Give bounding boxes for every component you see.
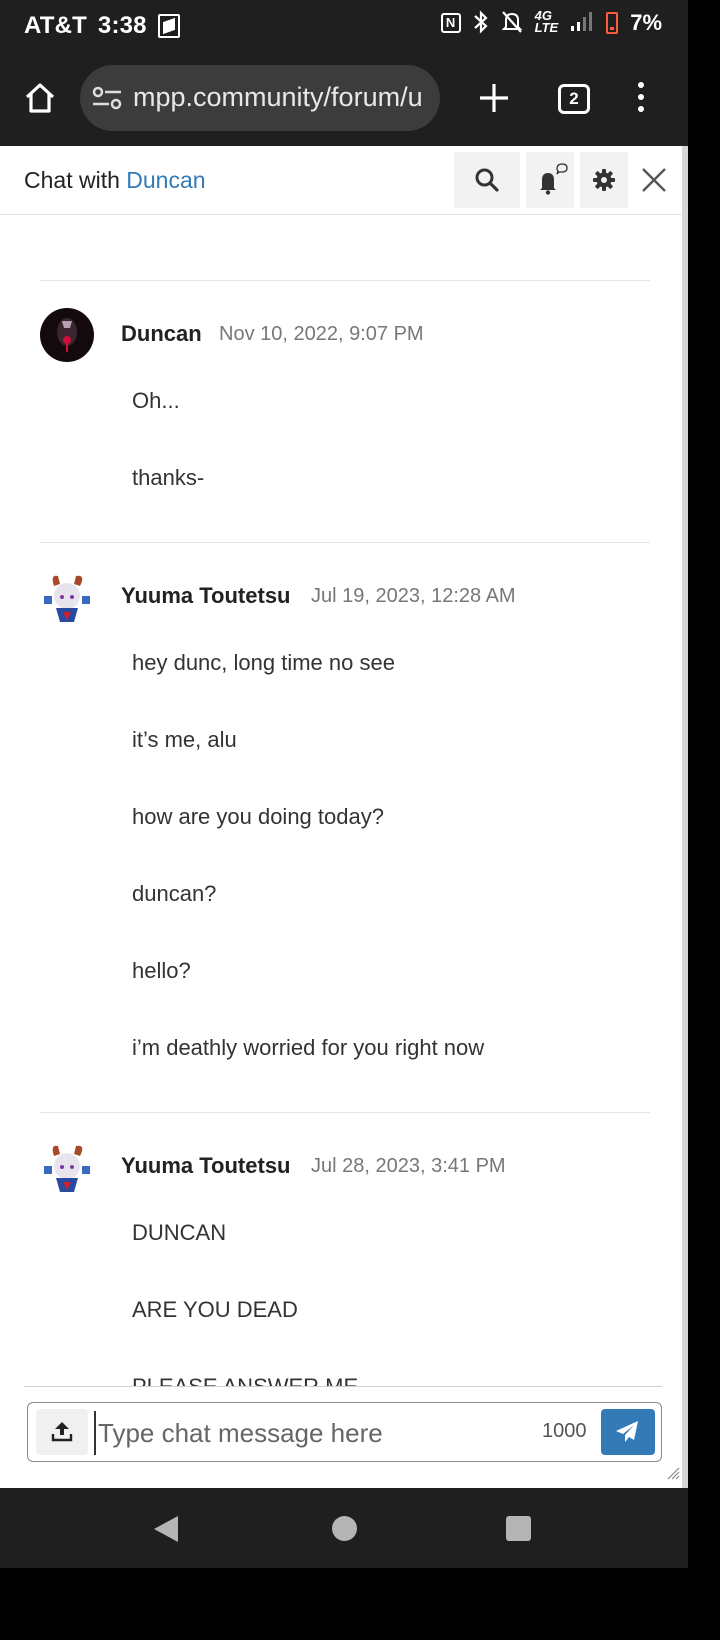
search-icon [475, 168, 499, 192]
carrier: AT&T [24, 12, 88, 39]
recents-icon[interactable] [506, 1516, 531, 1541]
bluetooth-icon [473, 10, 489, 36]
message-author[interactable]: Yuuma Toutetsu [121, 1153, 291, 1179]
gallery-notification-icon [158, 14, 180, 38]
back-icon[interactable] [154, 1516, 178, 1542]
chat-title-prefix: Chat with [24, 167, 120, 193]
status-left: AT&T 3:38 [24, 12, 147, 40]
message-separator [40, 280, 650, 281]
browser-toolbar: mpp.community/forum/u 2 [0, 54, 688, 146]
message-text: hello? [132, 958, 191, 983]
page-scrollbar[interactable] [682, 146, 688, 1488]
gear-icon [593, 169, 615, 191]
message-text: i’m deathly worried for you right now [132, 1035, 485, 1060]
resize-handle[interactable] [666, 1466, 680, 1480]
chat-composer: 1000 [27, 1402, 662, 1462]
message-timestamp: Jul 28, 2023, 3:41 PM [311, 1155, 506, 1177]
close-icon[interactable] [640, 166, 668, 194]
tab-switcher-button[interactable]: 2 [558, 84, 590, 114]
character-counter: 1000 [542, 1420, 587, 1442]
upload-button[interactable] [36, 1409, 88, 1455]
composer-divider [24, 1386, 662, 1387]
message-text: ARE YOU DEAD [132, 1297, 298, 1322]
search-button[interactable] [454, 152, 520, 208]
avatar[interactable] [40, 570, 94, 624]
site-settings-icon[interactable] [92, 85, 122, 111]
message-text: it’s me, alu [132, 727, 237, 752]
message-timestamp: Jul 19, 2023, 12:28 AM [311, 585, 516, 607]
overflow-menu-icon[interactable] [630, 82, 652, 116]
bell-icon [540, 163, 568, 195]
chat-header: Chat with Duncan [0, 146, 682, 215]
message-list[interactable]: Duncan Nov 10, 2022, 9:07 PM Oh... thank… [0, 216, 682, 1386]
message-text: thanks- [132, 465, 205, 490]
avatar[interactable] [40, 308, 94, 362]
message-text: Oh... [132, 388, 180, 413]
settings-button[interactable] [580, 152, 628, 208]
message-timestamp: Nov 10, 2022, 9:07 PM [219, 323, 424, 345]
status-icons: N 4G LTE 7% [440, 8, 662, 36]
chat-partner-link[interactable]: Duncan [126, 167, 205, 193]
nfc-icon: N [440, 13, 461, 33]
web-page: Chat with Duncan Duncan Nov 10, 2022, 9:… [0, 146, 688, 1488]
new-tab-icon[interactable] [476, 80, 512, 116]
message-text: DUNCAN [132, 1220, 227, 1245]
message-text: how are you doing today? [132, 804, 384, 829]
message-author[interactable]: Duncan [121, 321, 202, 347]
avatar[interactable] [40, 1140, 94, 1194]
message-separator [40, 1112, 650, 1113]
system-nav-bar [0, 1488, 688, 1568]
home-circle-icon[interactable] [332, 1516, 357, 1541]
signal-icon [570, 10, 594, 36]
network-4g-icon: 4G LTE [534, 8, 559, 35]
battery-percent: 7% [630, 10, 662, 35]
home-icon[interactable] [22, 80, 58, 116]
message-author[interactable]: Yuuma Toutetsu [121, 583, 291, 609]
clock: 3:38 [97, 12, 147, 39]
message-separator [40, 542, 650, 543]
status-bar: AT&T 3:38 N 4G LTE 7% [0, 0, 688, 54]
address-bar[interactable]: mpp.community/forum/u [80, 65, 440, 131]
chat-message-input[interactable] [94, 1411, 534, 1455]
send-button[interactable] [601, 1409, 655, 1455]
notification-button[interactable] [526, 152, 574, 208]
upload-icon [51, 1422, 73, 1442]
chat-title: Chat with Duncan [24, 167, 206, 194]
message-text: duncan? [132, 881, 217, 906]
message-text: hey dunc, long time no see [132, 650, 395, 675]
paper-plane-icon [616, 1421, 638, 1442]
mute-icon [501, 10, 523, 36]
message-text: PLEASE ANSWER ME [132, 1374, 358, 1386]
url-text[interactable]: mpp.community/forum/u [133, 82, 423, 113]
battery-icon [606, 12, 619, 34]
